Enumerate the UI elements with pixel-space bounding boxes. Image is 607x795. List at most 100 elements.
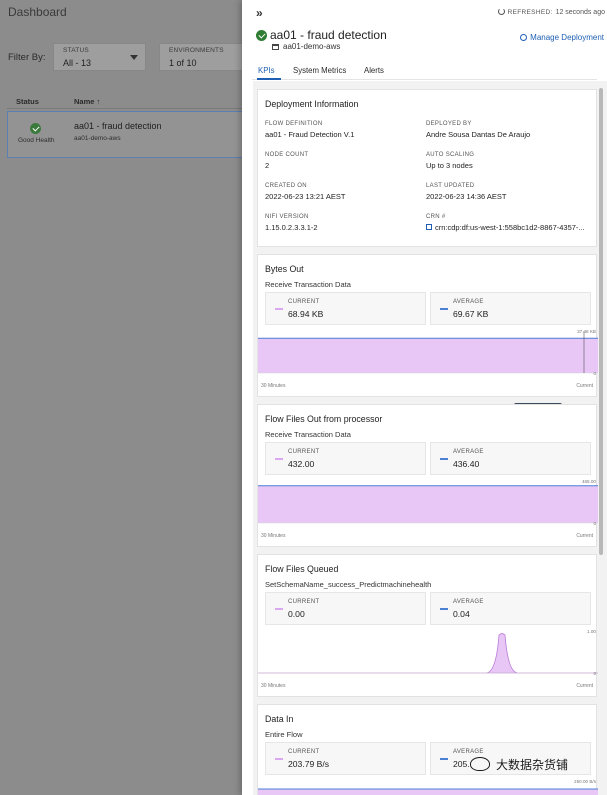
average-legend-swatch (440, 308, 448, 310)
field-value: 1.15.0.2.3.3.1-2 (265, 223, 318, 232)
average-value: 436.40 (453, 459, 480, 469)
panel-scrollbar[interactable] (599, 88, 603, 555)
average-legend-swatch (440, 608, 448, 610)
watermark: 大数据杂货铺 (470, 756, 568, 778)
current-value: 203.79 B/s (288, 759, 330, 769)
deployment-information-card: Deployment Information FLOW DEFINITION a… (257, 89, 597, 247)
series-area (258, 485, 598, 523)
environment-icon (272, 44, 279, 50)
metric-subtitle: Receive Transaction Data (265, 430, 351, 439)
collapse-panel-icon[interactable]: » (256, 6, 263, 20)
refresh-status[interactable]: REFRESHED: 12 seconds ago (497, 8, 605, 16)
average-label: AVERAGE (453, 299, 484, 305)
y-axis-max-label: 1.00 (587, 629, 596, 634)
x-axis-end-label: Current (576, 683, 593, 689)
average-stat: AVERAGE 0.04 (430, 592, 591, 625)
metric-card-flow-files-out: Flow Files Out from processor Receive Tr… (257, 404, 598, 547)
refreshed-value: 12 seconds ago (555, 9, 605, 16)
current-label: CURRENT (288, 449, 320, 455)
watermark-text: 大数据杂货铺 (496, 758, 569, 772)
current-stat: CURRENT 203.79 B/s (265, 742, 426, 775)
good-health-icon (30, 123, 41, 134)
metric-card-flow-files-queued: Flow Files Queued SetSchemaName_success_… (257, 554, 598, 697)
average-stat: AVERAGE 69.67 KB (430, 292, 591, 325)
metric-chart-svg (258, 485, 598, 524)
metric-chart[interactable]: 250.00 B/s (258, 779, 598, 795)
field-value: 2022-06-23 14:36 AEST (426, 192, 507, 201)
field-label: AUTO SCALING (426, 152, 475, 158)
panel-environment: aa01-demo-aws (283, 42, 341, 51)
table-header: Status Name ↑ (7, 93, 247, 109)
tab-kpis[interactable]: KPIs (258, 66, 274, 75)
current-stat: CURRENT 432.00 (265, 442, 426, 475)
metric-title: Flow Files Out from processor (265, 414, 383, 424)
metric-subtitle: Entire Flow (265, 730, 303, 739)
table-row[interactable]: Good Health aa01 - fraud detection aa01-… (7, 111, 247, 158)
field-label: NIFI VERSION (265, 214, 309, 220)
crn-value: crn:cdp:df:us-west-1:558bc1d2-8867-4357-… (435, 223, 585, 232)
deployment-detail-panel: » REFRESHED: 12 seconds ago aa01 - fraud … (242, 0, 607, 795)
metric-chart[interactable]: 37.48 KB 0 06/23/22 10:21 PM Value: 69.7… (258, 329, 598, 434)
environments-filter-value: 1 of 10 (169, 58, 197, 68)
current-value: 0.00 (288, 609, 305, 619)
status-filter-select[interactable]: STATUS All - 13 (53, 43, 146, 71)
current-legend-swatch (275, 458, 283, 460)
copy-icon[interactable] (426, 224, 432, 230)
dashboard-title: Dashboard (8, 5, 67, 19)
chevron-down-icon (130, 55, 138, 60)
average-value: 69.67 KB (453, 309, 489, 319)
status-filter-value: All - 13 (63, 58, 92, 68)
metric-title: Data In (265, 714, 294, 724)
current-label: CURRENT (288, 299, 320, 305)
field-value: 2 (265, 161, 270, 170)
manage-deployment-link[interactable]: Manage Deployment (520, 33, 604, 42)
kpi-content: Deployment Information FLOW DEFINITION a… (253, 81, 607, 795)
field-label: CREATED ON (265, 183, 307, 189)
average-label: AVERAGE (453, 449, 484, 455)
field-value: aa01 - Fraud Detection V.1 (265, 130, 355, 139)
manage-deployment-label: Manage Deployment (530, 33, 604, 42)
average-legend-swatch (440, 458, 448, 460)
column-header-status[interactable]: Status (16, 97, 39, 106)
average-label: AVERAGE (453, 749, 484, 755)
row-name: aa01 - fraud detection (74, 121, 162, 131)
good-health-icon (256, 30, 267, 41)
current-stat: CURRENT 0.00 (265, 592, 426, 625)
x-axis-end-label: Current (576, 533, 593, 539)
active-tab-indicator (257, 78, 281, 80)
crn-link[interactable]: crn:cdp:df:us-west-1:558bc1d2-8867-4357-… (426, 223, 594, 232)
metric-chart[interactable]: 465.00 0 (258, 479, 598, 529)
metric-card-bytes-out: Bytes Out Receive Transaction Data CURRE… (257, 254, 598, 434)
metric-title: Flow Files Queued (265, 564, 339, 574)
x-axis-end-label: Current (576, 383, 593, 389)
average-label: AVERAGE (453, 599, 484, 605)
metric-subtitle: Receive Transaction Data (265, 280, 351, 289)
panel-title: aa01 - fraud detection (270, 28, 387, 42)
y-axis-min-label: 0 (593, 371, 596, 376)
gear-icon (520, 34, 528, 41)
metric-chart-svg (258, 633, 598, 674)
metric-card-data-in: Data In Entire Flow CURRENT 203.79 B/s A… (257, 704, 598, 795)
x-axis-start-label: 30 Minutes (261, 533, 286, 539)
field-label: LAST UPDATED (426, 183, 475, 189)
environments-filter-select[interactable]: ENVIRONMENTS 1 of 10 (159, 43, 249, 71)
metric-chart[interactable]: 1.00 0 (258, 629, 598, 679)
field-label: NODE COUNT (265, 152, 309, 158)
x-axis-start-label: 30 Minutes (261, 383, 286, 389)
wechat-logo-icon (470, 757, 490, 771)
current-legend-swatch (275, 758, 283, 760)
current-value: 432.00 (288, 459, 315, 469)
current-legend-swatch (275, 608, 283, 610)
metric-title: Bytes Out (265, 264, 304, 274)
current-label: CURRENT (288, 599, 320, 605)
column-header-name[interactable]: Name ↑ (74, 97, 100, 106)
series-area (258, 789, 598, 795)
y-axis-max-label: 37.48 KB (577, 329, 596, 334)
field-value: Up to 3 nodes (426, 161, 473, 170)
y-axis-max-label: 465.00 (581, 479, 596, 484)
average-stat: AVERAGE 436.40 (430, 442, 591, 475)
current-value: 68.94 KB (288, 309, 324, 319)
tab-system-metrics[interactable]: System Metrics (293, 66, 346, 75)
card-title: Deployment Information (265, 99, 359, 109)
tab-alerts[interactable]: Alerts (364, 66, 384, 75)
